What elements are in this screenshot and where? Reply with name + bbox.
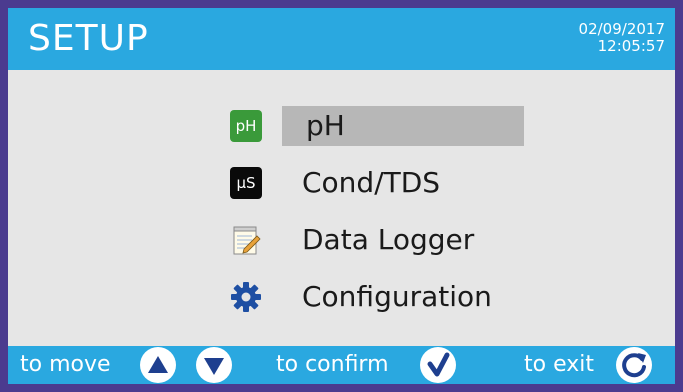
confirm-hint: to confirm [276,352,389,377]
menu-item-label: pH [306,109,345,142]
time-text: 12:05:57 [597,37,665,55]
ph-icon: pH [230,110,262,142]
setup-screen: SETUP 02/09/2017 12:05:57 pH pH µS Cond/… [8,8,675,384]
page-title: SETUP [28,18,149,59]
up-arrow-icon[interactable] [140,347,176,383]
conductivity-icon: µS [230,167,262,199]
date-text: 02/09/2017 [578,20,665,38]
menu-item-label: Configuration [302,280,492,313]
checkmark-icon[interactable] [420,347,456,383]
menu-item-data-logger[interactable]: Data Logger [220,220,540,277]
move-hint: to move [20,352,111,377]
menu-item-label: Cond/TDS [302,166,441,199]
notepad-icon [230,224,262,256]
exit-hint: to exit [524,352,594,377]
setup-menu: pH pH µS Cond/TDS Data Logger Configurat… [220,106,540,334]
down-arrow-icon[interactable] [196,347,232,383]
refresh-icon[interactable] [616,347,652,383]
datetime: 02/09/2017 12:05:57 [579,21,665,55]
footer-bar: to move to confirm to exit [8,346,675,384]
header-bar: SETUP 02/09/2017 12:05:57 [8,8,675,70]
menu-item-label: Data Logger [302,223,475,256]
menu-item-ph[interactable]: pH pH [220,106,540,163]
menu-item-cond-tds[interactable]: µS Cond/TDS [220,163,540,220]
gear-icon [230,281,262,313]
menu-item-configuration[interactable]: Configuration [220,277,540,334]
